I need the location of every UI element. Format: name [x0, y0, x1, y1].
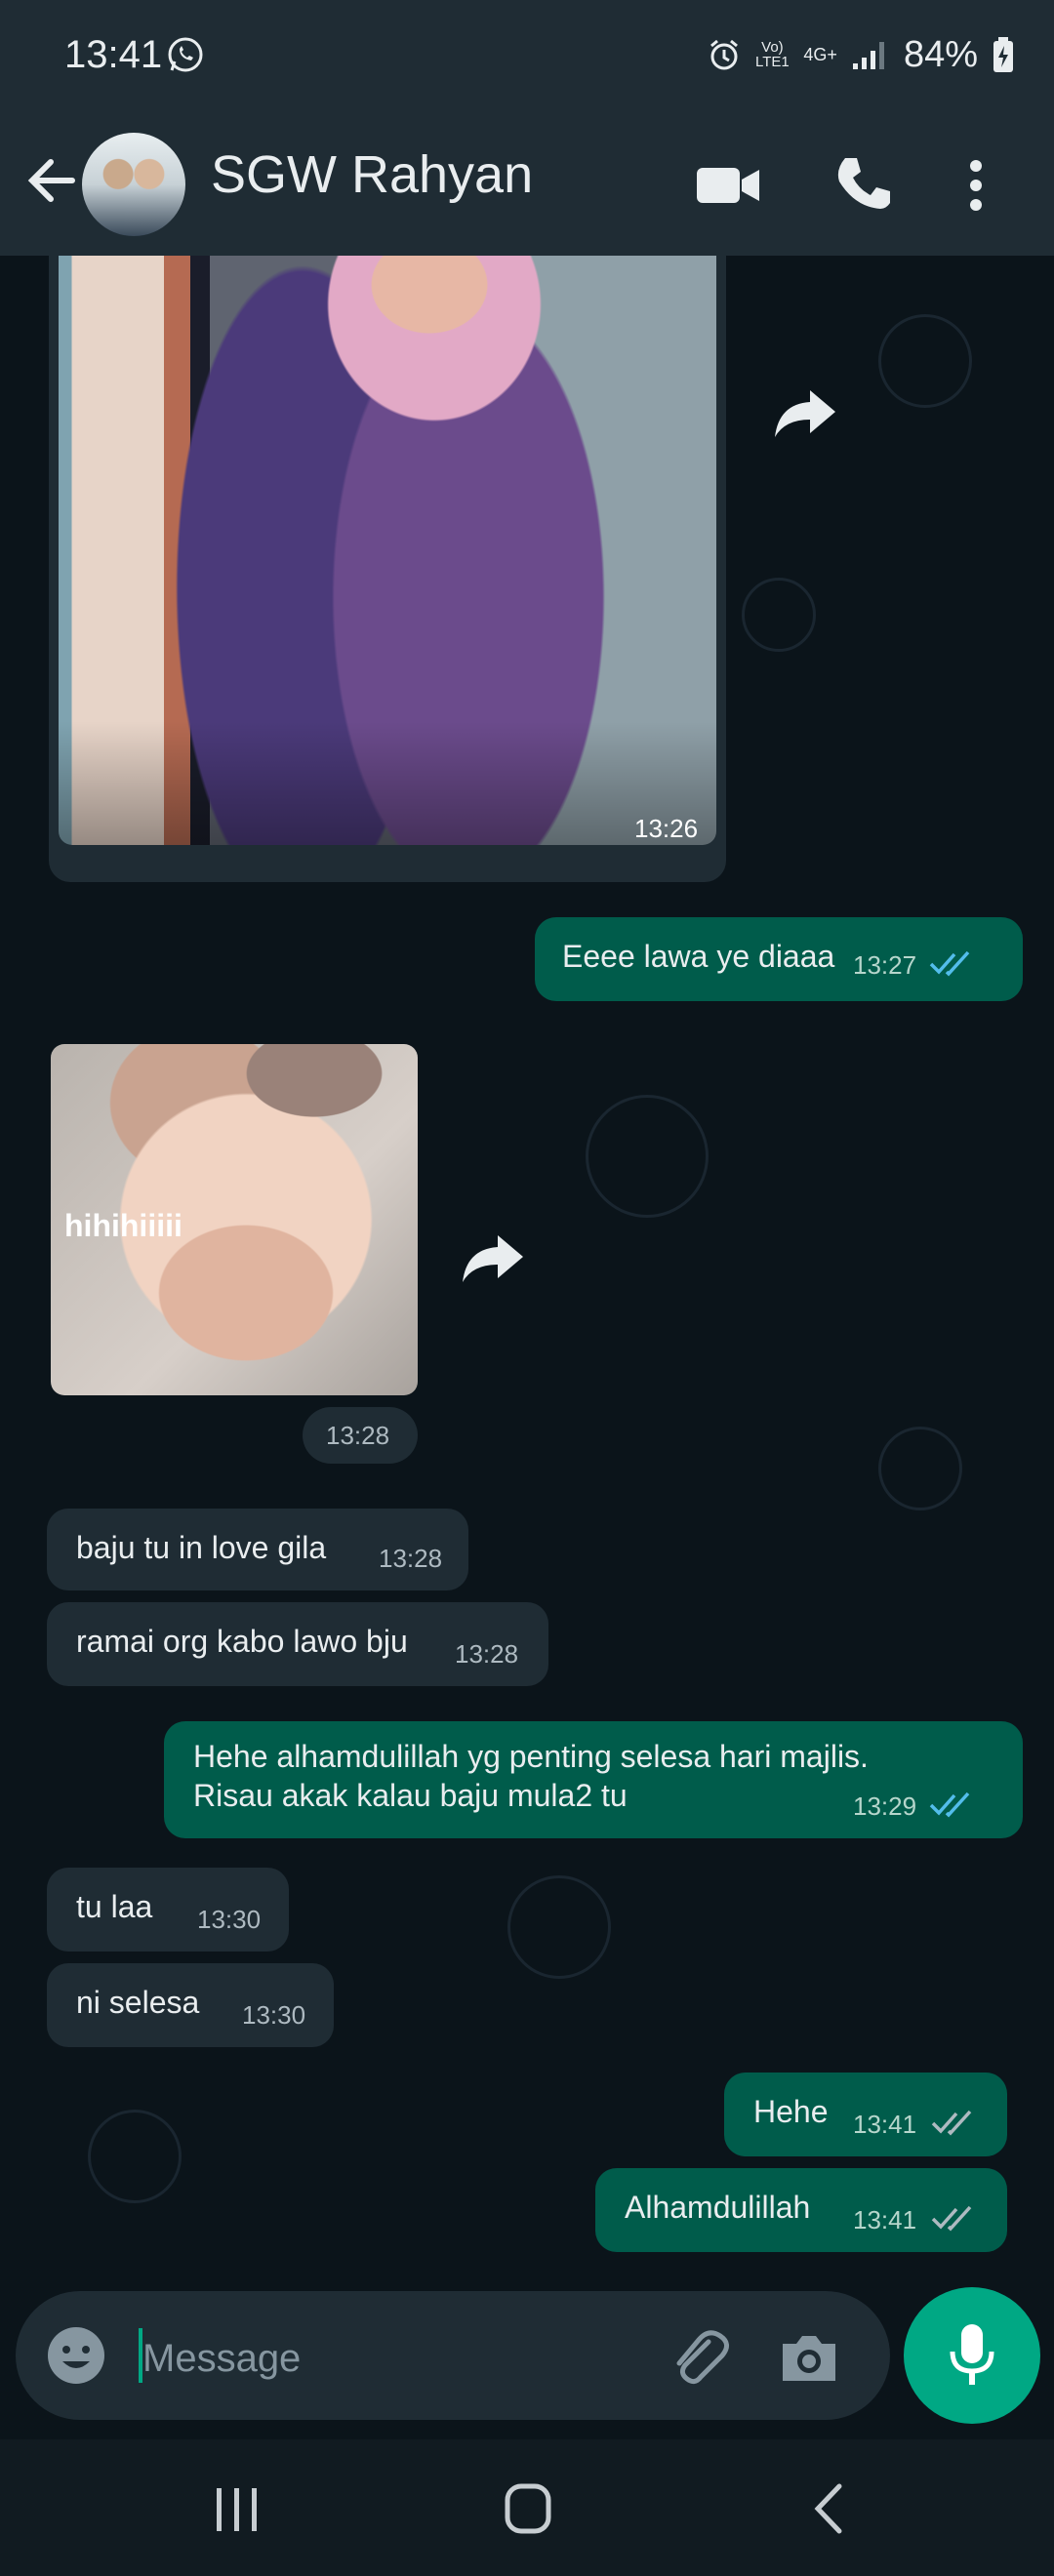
microphone-icon — [950, 2324, 994, 2385]
more-options-icon[interactable] — [949, 146, 1003, 224]
contact-name[interactable]: SGW Rahyan — [211, 144, 533, 205]
message-time: 13:28 — [326, 1421, 390, 1450]
message-text: baju tu in love gila — [76, 1530, 327, 1565]
back-nav-icon[interactable] — [785, 2475, 872, 2543]
network-type: 4G+ — [803, 44, 837, 64]
forward-icon[interactable] — [459, 1229, 527, 1284]
forward-icon[interactable] — [771, 384, 839, 439]
message-time: 13:29 — [853, 1791, 917, 1821]
message-bubble-out[interactable]: Eeee lawa ye diaaa 13:27 — [535, 917, 1023, 1001]
signal-icon — [852, 42, 884, 69]
volte-indicator: Vo) LTE1 — [755, 39, 790, 70]
sticker-caption: hihihiiiii — [64, 1208, 182, 1243]
battery-charging-icon — [993, 37, 1013, 72]
message-bubble-out[interactable]: Hehe 13:41 — [724, 2073, 1007, 2156]
message-bubble-out[interactable]: Hehe alhamdulillah yg penting selesa har… — [164, 1721, 1023, 1838]
message-text: Eeee lawa ye diaaa — [562, 939, 835, 974]
home-icon[interactable] — [484, 2475, 572, 2543]
message-composer — [16, 2291, 890, 2420]
message-time: 13:41 — [853, 2110, 917, 2139]
emoji-icon[interactable] — [45, 2324, 107, 2387]
wallpaper-doodle — [507, 1875, 611, 1979]
message-time: 13:30 — [197, 1905, 262, 1934]
wallpaper-doodle — [88, 2110, 182, 2203]
message-time: 13:28 — [455, 1639, 519, 1669]
message-time: 13:41 — [853, 2205, 917, 2234]
message-text: ni selesa — [76, 1985, 200, 2020]
message-text: ramai org kabo lawo bju — [76, 1624, 408, 1659]
wallpaper-doodle — [878, 1427, 962, 1510]
message-text: Hehe alhamdulillah yg penting selesa har… — [193, 1739, 869, 1813]
read-receipt-icon — [929, 1791, 970, 1818]
chat-header: SGW Rahyan — [0, 117, 1054, 256]
status-bar: 13:41 Vo) LTE1 4G+ 84% — [0, 0, 1054, 117]
message-bubble-in[interactable]: baju tu in love gila 13:28 — [47, 1509, 468, 1590]
wallpaper-doodle — [878, 314, 972, 408]
delivered-tick-icon — [931, 2205, 972, 2232]
voice-message-button[interactable] — [904, 2287, 1040, 2424]
battery-percent: 84% — [903, 33, 978, 75]
video-call-icon[interactable] — [689, 146, 767, 224]
couple-photo[interactable] — [59, 256, 716, 845]
camera-icon[interactable] — [775, 2326, 843, 2389]
attach-icon[interactable] — [666, 2324, 734, 2393]
wallpaper-doodle — [742, 578, 816, 652]
message-time: 13:26 — [634, 814, 699, 843]
message-bubble-out[interactable]: Alhamdulillah 13:41 — [595, 2168, 1007, 2252]
message-image-bubble[interactable]: 13:26 — [49, 256, 726, 882]
contact-avatar[interactable] — [82, 133, 185, 236]
message-bubble-in[interactable]: ramai org kabo lawo bju 13:28 — [47, 1602, 548, 1686]
alarm-icon — [710, 39, 739, 70]
message-text: tu laa — [76, 1889, 153, 1924]
message-input[interactable] — [141, 2330, 652, 2387]
status-time: 13:41 — [64, 33, 163, 76]
laughing-baby-sticker[interactable]: hihihiiiii — [51, 1044, 418, 1395]
read-receipt-icon — [929, 950, 970, 977]
whatsapp-notification-icon — [168, 37, 203, 72]
message-time: 13:30 — [242, 2000, 306, 2030]
message-text: Alhamdulillah — [625, 2190, 811, 2225]
message-bubble-in[interactable]: tu laa 13:30 — [47, 1868, 289, 1952]
voice-call-icon[interactable] — [826, 146, 904, 224]
chat-messages[interactable]: 13:26 Eeee lawa ye diaaa 13:27 hihihiiii… — [0, 256, 1054, 2285]
message-time: 13:28 — [379, 1544, 443, 1573]
system-navigation-bar — [0, 2439, 1054, 2576]
delivered-tick-icon — [931, 2110, 972, 2136]
back-arrow-icon[interactable] — [18, 146, 86, 215]
message-bubble-in[interactable]: ni selesa 13:30 — [47, 1963, 334, 2047]
sticker-time-pill: 13:28 — [303, 1407, 418, 1464]
message-time: 13:27 — [853, 950, 917, 980]
recent-apps-icon[interactable] — [193, 2475, 281, 2543]
message-text: Hehe — [753, 2094, 829, 2129]
wallpaper-doodle — [586, 1095, 709, 1218]
